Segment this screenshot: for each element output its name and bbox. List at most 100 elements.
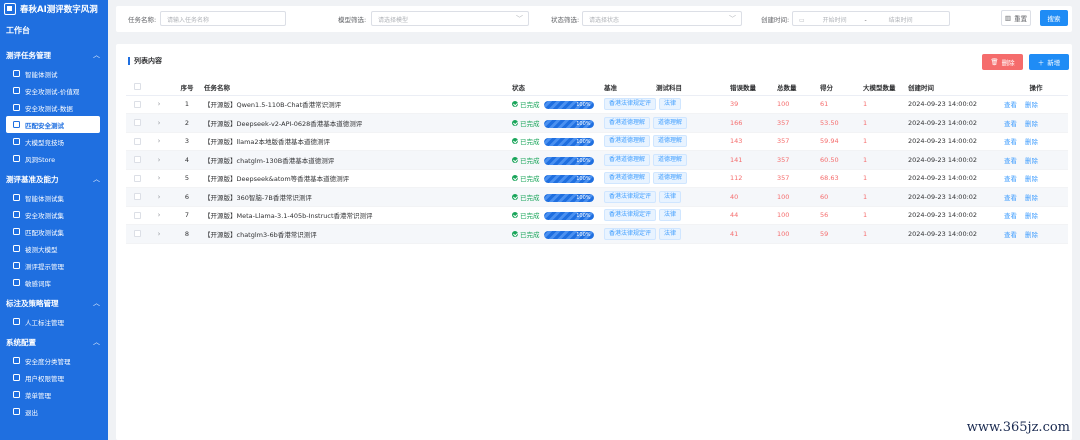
row-checkbox[interactable] — [133, 100, 141, 108]
view-link[interactable]: 查看 — [1004, 157, 1017, 165]
batch-delete-button[interactable]: 🗑 删除 — [982, 54, 1023, 70]
table-row[interactable]: › 1 【开源版】Qwen1.5-110B-Chat香港常识测评 已完成 100% 香港法… — [126, 95, 1068, 114]
select-all-checkbox[interactable] — [133, 83, 141, 91]
view-link[interactable]: 查看 — [1004, 175, 1017, 183]
chevron-right-icon[interactable]: › — [158, 100, 161, 108]
date-range-picker[interactable]: ▭ 开始时间 - 结束时间 — [792, 11, 950, 26]
search-button[interactable]: 搜索 — [1040, 10, 1068, 26]
status-select[interactable]: 请选择状态 ﹀ — [582, 11, 742, 26]
chevron-up-icon: ︿ — [93, 338, 100, 346]
row-actions: 查看 删除 — [1004, 169, 1068, 188]
sidebar-item-manual-annotation[interactable]: 人工标注管理 — [0, 313, 100, 330]
table-row[interactable]: › 4 【开源版】chatglm-130B香港基本道德测评 已完成 100% 香港道德理解… — [126, 150, 1068, 170]
progress-bar: 100% — [543, 119, 594, 128]
sidebar-item-store[interactable]: 风洞Store — [0, 150, 100, 167]
model-select[interactable]: 请选择模型 ﹀ — [371, 11, 529, 26]
table-row[interactable]: › 6 【开源版】360智脑-7B香港常识测评 已完成 100% 香港法律规定评 法律 40 1… — [126, 187, 1068, 207]
row-checkbox-cell[interactable] — [126, 187, 148, 207]
sidebar-item-category[interactable]: 安全度分类管理 — [0, 352, 100, 369]
row-checkbox-cell[interactable] — [126, 150, 148, 170]
sidebar-item-models[interactable]: 被测大模型 — [0, 240, 100, 257]
view-link[interactable]: 查看 — [1004, 231, 1017, 239]
column-header: 测试科目 — [656, 79, 730, 96]
row-bench-cell: 香港法律规定评 法律 — [604, 206, 730, 225]
row-expand-cell[interactable]: › — [148, 206, 170, 225]
chevron-right-icon[interactable]: › — [158, 211, 161, 219]
sidebar-group-system[interactable]: 系统配置 ︿ — [0, 332, 108, 352]
sidebar-item-arena[interactable]: 大模型竞技场 — [0, 133, 100, 150]
chevron-right-icon[interactable]: › — [158, 193, 161, 201]
row-expand-cell[interactable]: › — [148, 95, 170, 114]
row-checkbox-cell[interactable] — [126, 206, 148, 225]
delete-link[interactable]: 删除 — [1025, 120, 1038, 128]
chevron-right-icon[interactable]: › — [158, 137, 161, 145]
delete-link[interactable]: 删除 — [1025, 194, 1038, 202]
row-checkbox-cell[interactable] — [126, 95, 148, 114]
sidebar-item-agent-test[interactable]: 智能体测试 — [0, 65, 100, 82]
row-checkbox-cell[interactable] — [126, 132, 148, 151]
sidebar-item-menus[interactable]: 菜单管理 — [0, 386, 100, 403]
table-row[interactable]: › 7 【开源版】Meta-Llama-3.1-405b-Instruct香港常识测… — [126, 206, 1068, 225]
view-link[interactable]: 查看 — [1004, 212, 1017, 220]
row-checkbox-cell[interactable] — [126, 224, 148, 244]
sidebar-item-agent-set[interactable]: 智能体测试集 — [0, 189, 100, 206]
row-task-name: 【开源版】Deepseek-v2-API-0628香港基本道德测评 — [204, 113, 512, 133]
row-checkbox[interactable] — [133, 119, 141, 127]
chevron-right-icon[interactable]: › — [158, 119, 161, 127]
sidebar-item-security-data[interactable]: 安全攻测试-数据 — [0, 99, 100, 116]
chevron-right-icon[interactable]: › — [158, 156, 161, 164]
sidebar-group-annotation[interactable]: 标注及策略管理 ︿ — [0, 293, 108, 313]
header-checkbox-cell[interactable] — [126, 79, 148, 96]
sidebar-item-match-set[interactable]: 匹配攻测试集 — [0, 223, 100, 240]
edit-icon — [13, 211, 20, 218]
task-name-input[interactable]: 请输入任务名称 — [160, 11, 286, 26]
delete-link[interactable]: 删除 — [1025, 212, 1038, 220]
row-model-count: 1 — [863, 224, 908, 244]
table-row[interactable]: › 8 【开源版】chatglm3-6b香港常识测评 已完成 100% 香港法律规定评 法律… — [126, 224, 1068, 244]
sidebar-item-security-set[interactable]: 安全攻测试集 — [0, 206, 100, 223]
view-link[interactable]: 查看 — [1004, 120, 1017, 128]
table-row[interactable]: › 5 【开源版】Deepseek&atom等香港基本道德测评 已完成 100% 香港道德… — [126, 169, 1068, 188]
delete-link[interactable]: 删除 — [1025, 138, 1038, 146]
row-checkbox[interactable] — [133, 230, 141, 238]
row-expand-cell[interactable]: › — [148, 132, 170, 151]
row-checkbox[interactable] — [133, 211, 141, 219]
sidebar-item-match-security[interactable]: 匹配安全测试 — [6, 116, 100, 133]
table-row[interactable]: › 2 【开源版】Deepseek-v2-API-0628香港基本道德测评 已完成 10… — [126, 113, 1068, 133]
reset-button[interactable]: ▥ 重置 — [1001, 10, 1031, 26]
add-button[interactable]: ＋新增 — [1029, 54, 1069, 70]
chevron-right-icon[interactable]: › — [158, 174, 161, 182]
sidebar-group-benchmarks[interactable]: 测评基准及能力 ︿ — [0, 169, 108, 189]
bench-tag: 香港道德理解 — [604, 116, 651, 129]
sidebar-item-sensitive-words[interactable]: 敏感词库 — [0, 274, 100, 291]
view-link[interactable]: 查看 — [1004, 101, 1017, 109]
chevron-right-icon[interactable]: › — [158, 230, 161, 238]
row-checkbox[interactable] — [133, 193, 141, 201]
row-checkbox-cell[interactable] — [126, 169, 148, 188]
delete-link[interactable]: 删除 — [1025, 175, 1038, 183]
row-expand-cell[interactable]: › — [148, 113, 170, 133]
row-checkbox[interactable] — [133, 137, 141, 145]
row-expand-cell[interactable]: › — [148, 224, 170, 244]
sidebar-item-workbench[interactable]: 工作台 — [0, 17, 108, 43]
table-row[interactable]: › 3 【开源版】llama2本地版香港基本道德测评 已完成 100% 香港道德理解 道德理… — [126, 132, 1068, 151]
row-checkbox-cell[interactable] — [126, 113, 148, 133]
row-created-time: 2024-09-23 14:00:02 — [908, 132, 1004, 151]
sidebar-item-security-values[interactable]: 安全攻测试-价值观 — [0, 82, 100, 99]
row-index: 7 — [170, 206, 204, 225]
row-checkbox[interactable] — [133, 156, 141, 164]
delete-link[interactable]: 删除 — [1025, 101, 1038, 109]
sidebar-item-prompts[interactable]: 测评提示管理 — [0, 257, 100, 274]
delete-link[interactable]: 删除 — [1025, 157, 1038, 165]
sidebar-group-eval-tasks[interactable]: 测评任务管理 ︿ — [0, 45, 108, 65]
row-checkbox[interactable] — [133, 174, 141, 182]
view-link[interactable]: 查看 — [1004, 194, 1017, 202]
row-expand-cell[interactable]: › — [148, 150, 170, 170]
delete-link[interactable]: 删除 — [1025, 231, 1038, 239]
view-link[interactable]: 查看 — [1004, 138, 1017, 146]
sidebar-item-logout[interactable]: 退出 — [0, 403, 100, 420]
row-expand-cell[interactable]: › — [148, 169, 170, 188]
row-expand-cell[interactable]: › — [148, 187, 170, 207]
sidebar-item-label: 匹配安全测试 — [25, 121, 64, 130]
sidebar-item-permissions[interactable]: 用户权限管理 — [0, 369, 100, 386]
